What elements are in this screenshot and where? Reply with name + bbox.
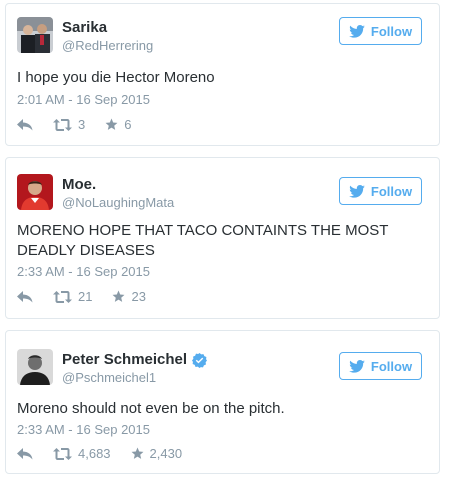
tweet-timestamp[interactable]: 2:33 AM - 16 Sep 2015: [17, 264, 150, 280]
avatar[interactable]: [17, 174, 53, 210]
tweet-text: I hope you die Hector Moreno: [17, 69, 215, 86]
reply-icon: [17, 290, 33, 303]
user-handle[interactable]: @Pschmeichel1: [62, 370, 156, 386]
avatar[interactable]: [17, 349, 53, 385]
tweet-actions: 3 6: [17, 117, 151, 132]
display-name[interactable]: Sarika: [62, 19, 107, 37]
twitter-bird-icon: [349, 24, 365, 38]
retweet-icon: [53, 447, 72, 460]
twitter-bird-icon: [349, 359, 365, 373]
follow-button[interactable]: Follow: [339, 177, 422, 205]
tweet-actions: 21 23: [17, 289, 166, 304]
tweet-card: Moe. @NoLaughingMata Follow MORENO HOPE …: [5, 157, 440, 319]
follow-label: Follow: [370, 23, 413, 39]
tweet-card: Sarika @RedHerrering Follow I hope you d…: [5, 3, 440, 146]
star-icon: [105, 118, 118, 131]
tweet-timestamp[interactable]: 2:01 AM - 16 Sep 2015: [17, 92, 150, 108]
tweet-text: MORENO HOPE THAT TACO CONTAINTS THE MOST…: [17, 222, 389, 259]
tweet-text: Moreno should not even be on the pitch.: [17, 400, 285, 417]
retweet-button[interactable]: 4,683: [53, 446, 111, 461]
user-handle[interactable]: @RedHerrering: [62, 38, 153, 54]
retweet-icon: [53, 290, 72, 303]
verified-badge-icon: [192, 352, 208, 368]
avatar[interactable]: [17, 17, 53, 53]
star-icon: [131, 447, 144, 460]
favorite-count: 6: [124, 117, 132, 132]
author-name-row: Peter Schmeichel: [62, 351, 208, 369]
retweet-button[interactable]: 3: [53, 117, 85, 132]
author-name-row: Sarika: [62, 19, 107, 37]
tweet-actions: 4,683 2,430: [17, 446, 202, 461]
retweet-count: 3: [78, 117, 86, 132]
retweet-count: 21: [78, 289, 93, 304]
display-name[interactable]: Moe.: [62, 176, 96, 194]
favorite-count: 2,430: [149, 446, 183, 461]
tweet-card: Peter Schmeichel @Pschmeichel1 Follow Mo…: [5, 330, 440, 474]
follow-button[interactable]: Follow: [339, 352, 422, 380]
retweet-count: 4,683: [78, 446, 111, 461]
display-name[interactable]: Peter Schmeichel: [62, 351, 187, 369]
reply-icon: [17, 118, 33, 131]
reply-button[interactable]: [17, 290, 33, 303]
retweet-icon: [53, 118, 72, 131]
reply-icon: [17, 447, 33, 460]
favorite-button[interactable]: 6: [105, 117, 131, 132]
author-name-row: Moe.: [62, 176, 96, 194]
favorite-button[interactable]: 23: [112, 289, 146, 304]
follow-label: Follow: [370, 358, 413, 374]
favorite-count: 23: [131, 289, 146, 304]
follow-label: Follow: [370, 183, 413, 199]
favorite-button[interactable]: 2,430: [131, 446, 183, 461]
follow-button[interactable]: Follow: [339, 17, 422, 45]
reply-button[interactable]: [17, 447, 33, 460]
twitter-bird-icon: [349, 184, 365, 198]
user-handle[interactable]: @NoLaughingMata: [62, 195, 174, 211]
star-icon: [112, 290, 125, 303]
reply-button[interactable]: [17, 118, 33, 131]
retweet-button[interactable]: 21: [53, 289, 92, 304]
tweet-timestamp[interactable]: 2:33 AM - 16 Sep 2015: [17, 422, 150, 438]
